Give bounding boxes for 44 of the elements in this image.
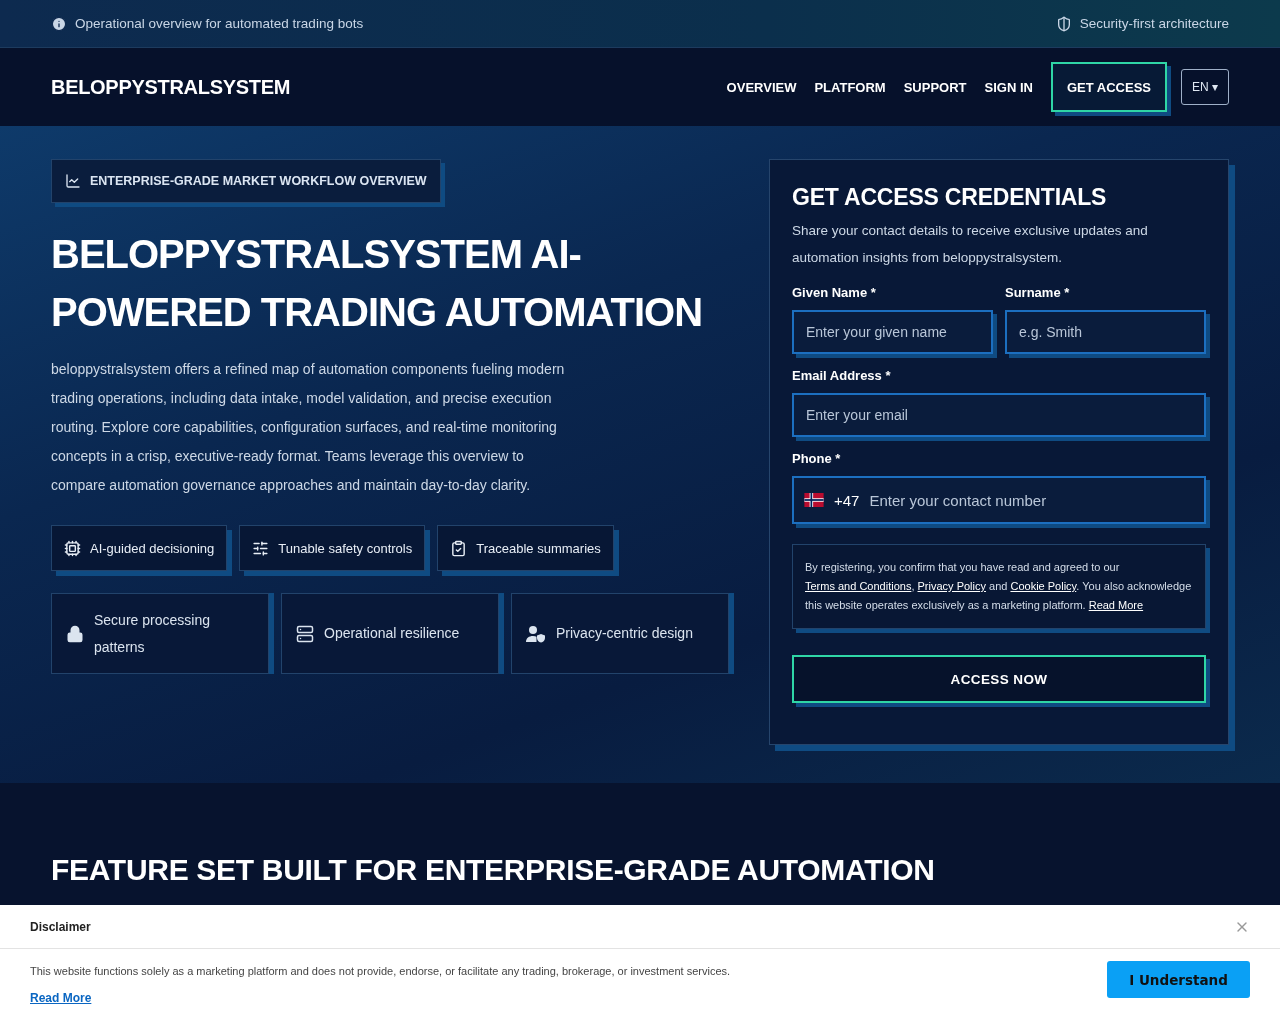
consent-link[interactable]: Privacy Policy: [917, 580, 986, 592]
form-intro: Share your contact details to receive exclusive updates and automation insights from beloppystralsystem.: [792, 222, 1149, 267]
dial-code[interactable]: +47: [834, 491, 860, 509]
security-note: Security-first architecture: [1079, 16, 1229, 31]
card-label: Operational resilience: [324, 624, 460, 643]
nav-link[interactable]: OVERVIEW: [726, 79, 797, 95]
eyebrow-text: ENTERPRISE-GRADE MARKET WORKFLOW OVERVIEW: [90, 174, 427, 188]
consent-link[interactable]: Read More: [1088, 599, 1144, 611]
nav-link[interactable]: SUPPORT: [903, 79, 967, 95]
user-shield-icon: [526, 624, 546, 643]
field-label: Email Address *: [792, 368, 892, 383]
info-icon: [51, 15, 67, 32]
line-chart-icon: [65, 173, 81, 189]
nav-link[interactable]: PLATFORM: [814, 79, 886, 95]
brand-logo[interactable]: BELOPPYSTRALSYSTEM: [51, 75, 709, 99]
form-title: GET ACCESS CREDENTIALS: [792, 184, 1108, 211]
chip-icon: [64, 539, 81, 557]
chip-label: Traceable summaries: [476, 540, 601, 556]
field-label: Surname *: [1005, 285, 1071, 300]
nav-link[interactable]: SIGN IN: [984, 79, 1033, 95]
email-field[interactable]: Enter your email: [792, 393, 1206, 437]
chip-label: AI-guided decisioning: [90, 540, 215, 556]
understand-button[interactable]: I Understand: [1107, 961, 1250, 998]
server-icon: [296, 624, 314, 643]
card-label: Secure processing patterns: [94, 610, 211, 657]
read-more-link[interactable]: Read More: [30, 991, 731, 1005]
phone-number-input[interactable]: Enter your contact number: [869, 491, 1194, 509]
given-name-field[interactable]: Enter your given name: [792, 310, 993, 354]
sliders-icon: [252, 539, 270, 557]
section-heading: FEATURE SET BUILT FOR ENTERPRISE-GRADE AUTOMATION: [51, 853, 936, 887]
top-notice: Operational overview for automated trading bots: [75, 16, 364, 31]
flag-icon: [804, 493, 824, 507]
disclaimer-title: Disclaimer: [30, 919, 91, 934]
disclaimer-text: This website functions solely as a marketing platform and does not provide, endorse, or facilitate any trading, brokerage, or investment services.: [30, 965, 731, 977]
field-label: Given Name *: [792, 285, 877, 300]
shield-icon: [1055, 15, 1072, 32]
card-label: Privacy-centric design: [556, 624, 693, 643]
hero-title: BELOPPYSTRALSYSTEM AI-POWERED TRADING AUTOMATION: [51, 231, 703, 336]
clipboard-check-icon: [450, 539, 468, 557]
hero-description: beloppystralsystem offers a refined map of automation components fueling modern trading operations, including data intake, model validation, and precise execution routing. Explore core capabilities, configuration surfaces, and real-time monitoring concepts in a crisp, executive-ready format. Teams leverage this overview to compare automation governance approaches and maintain day-to-day clarity.: [51, 360, 566, 495]
field-label: Phone *: [792, 451, 842, 466]
chip-label: Tunable safety controls: [278, 540, 413, 556]
surname-field[interactable]: e.g. Smith: [1005, 310, 1206, 354]
language-select[interactable]: EN ▾: [1181, 69, 1229, 105]
